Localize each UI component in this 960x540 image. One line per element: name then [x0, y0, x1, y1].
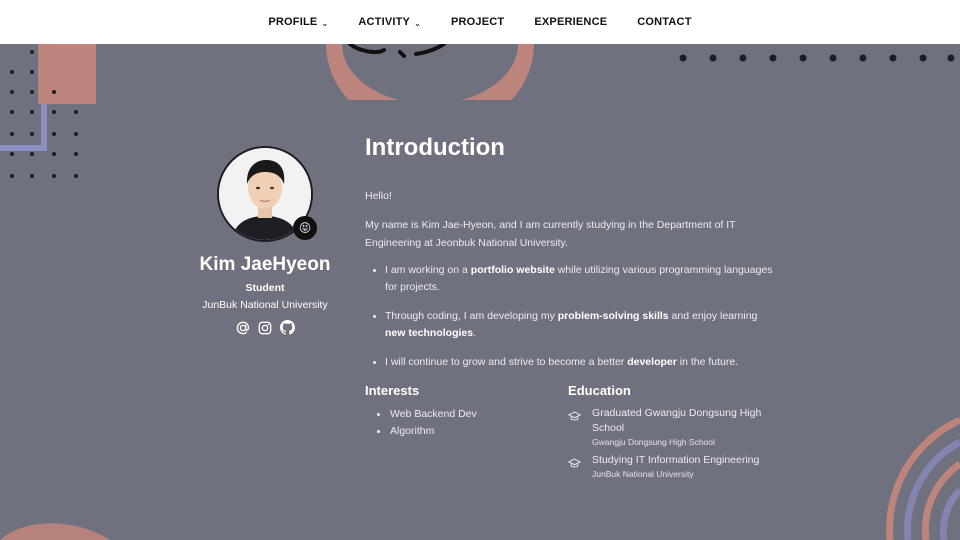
decor-dot-grid-left — [10, 50, 78, 178]
nav-label: ACTIVITY — [358, 16, 411, 28]
bullet-text: and enjoy learning — [668, 310, 758, 322]
education-sub: Gwangju Dongsung High School — [592, 437, 715, 447]
list-item: Algorithm — [377, 423, 568, 440]
list-item: I will continue to grow and strive to be… — [373, 354, 775, 371]
details-sections: Interests Web Backend Dev Algorithm Educ… — [365, 383, 775, 485]
chevron-down-icon: ⌄ — [321, 18, 329, 28]
top-nav: PROFILE ⌄ ACTIVITY ⌄ PROJECT EXPERIENCE … — [0, 0, 960, 44]
bullet-highlight: portfolio website — [470, 264, 555, 276]
intro-greeting: Hello! — [365, 190, 392, 202]
education-sub: JunBuk National University — [592, 469, 694, 479]
education-text: Studying IT Information Engineering JunB… — [592, 453, 759, 481]
education-main: Graduated Gwangju Dongsung High School — [592, 407, 762, 434]
nav-label: PROFILE — [268, 16, 318, 28]
profile-card: 😝 Kim JaeHyeon Student JunBuk National U… — [180, 146, 350, 335]
nav-item-contact[interactable]: CONTACT — [637, 16, 691, 28]
nav-label: EXPERIENCE — [534, 16, 608, 28]
intro-paragraph: My name is Kim Jae-Hyeon, and I am curre… — [365, 219, 736, 249]
nav-label: CONTACT — [637, 16, 692, 28]
at-sign-icon[interactable] — [236, 320, 251, 335]
graduation-cap-icon — [567, 406, 592, 449]
bullet-text: in the future. — [676, 356, 739, 368]
intro-bullet-list: I am working on a portfolio website whil… — [365, 262, 775, 371]
education-text: Graduated Gwangju Dongsung High School G… — [592, 406, 775, 449]
nav-item-profile[interactable]: PROFILE ⌄ — [268, 16, 328, 28]
nav-item-experience[interactable]: EXPERIENCE — [534, 16, 607, 28]
profile-university: JunBuk National University — [202, 299, 328, 311]
education-title: Education — [568, 383, 631, 398]
chevron-down-icon: ⌄ — [414, 18, 421, 28]
social-links — [180, 320, 350, 335]
intro-title: Introduction — [365, 134, 505, 161]
interests-list: Web Backend Dev Algorithm — [365, 406, 568, 440]
interests-title: Interests — [365, 383, 420, 398]
decor-dot-row-right — [679, 54, 955, 62]
education-item: Graduated Gwangju Dongsung High School G… — [567, 406, 775, 449]
graduation-cap-icon — [567, 453, 592, 481]
decor-bottom-left-arc — [0, 523, 110, 540]
list-item: Web Backend Dev — [377, 406, 568, 423]
bullet-text: I will continue to grow and strive to be… — [385, 356, 628, 368]
avatar-wrap: 😝 — [217, 146, 317, 242]
nav-item-activity[interactable]: ACTIVITY ⌄ — [358, 16, 421, 28]
profile-role: Student — [245, 282, 285, 294]
bullet-highlight: problem-solving skills — [557, 310, 669, 322]
nav-label: PROJECT — [450, 16, 505, 28]
bullet-text: . — [473, 327, 477, 339]
list-item: I am working on a portfolio website whil… — [373, 262, 775, 296]
interests-section: Interests Web Backend Dev Algorithm — [365, 383, 568, 485]
profile-name: Kim JaeHyeon — [199, 254, 331, 275]
decor-bottom-right-arcs — [886, 416, 960, 540]
intro-section: Introduction Hello! My name is Kim Jae-H… — [365, 134, 775, 485]
bullet-highlight: developer — [627, 356, 677, 368]
education-main: Studying IT Information Engineering — [592, 454, 760, 466]
emoji-badge-icon: 😝 — [293, 216, 317, 240]
list-item: Through coding, I am developing my probl… — [373, 308, 775, 342]
bullet-text: Through coding, I am developing my — [385, 310, 558, 322]
education-item: Studying IT Information Engineering JunB… — [567, 453, 775, 481]
bullet-text: I am working on a — [385, 264, 471, 276]
instagram-icon[interactable] — [258, 320, 273, 335]
github-icon[interactable] — [279, 320, 295, 335]
decor-top-half-circle — [326, 44, 534, 100]
education-section: Education Graduated Gwangju Dongsung Hig… — [567, 383, 775, 485]
nav-item-project[interactable]: PROJECT — [451, 16, 504, 28]
bullet-highlight: new technologies — [385, 327, 474, 339]
